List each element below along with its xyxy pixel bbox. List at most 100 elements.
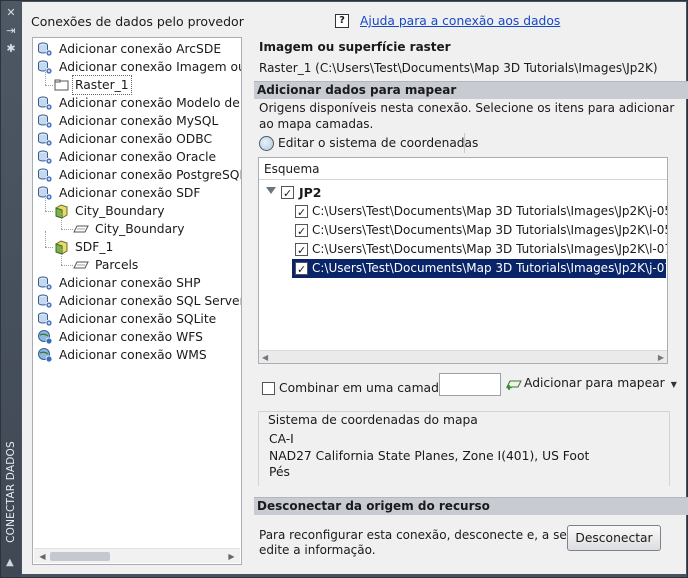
palette-title: CONECTAR DADOS	[5, 441, 17, 543]
file-row[interactable]: C:\Users\Test\Documents\Map 3D Tutorials…	[259, 240, 668, 260]
edit-crs-label: Editar o sistema de coordenadas	[278, 136, 479, 150]
oracle-connection-icon	[38, 150, 53, 165]
tree-child-item[interactable]: SDF_1	[53, 238, 239, 256]
odbc-connection-icon	[38, 132, 53, 147]
provider-tree-item[interactable]: Adicionar conexão WFS	[37, 328, 239, 346]
palette-side-strip: ✕ ⇥ ✱ CONECTAR DADOS ▲	[1, 1, 21, 577]
edit-crs-button[interactable]: Editar o sistema de coordenadas	[259, 132, 478, 154]
provider-tree-item[interactable]: Adicionar conexão ArcSDE	[37, 40, 239, 58]
provider-tree-item[interactable]: Adicionar conexão PostgreSQL	[37, 166, 242, 184]
file-checkbox[interactable]	[295, 203, 308, 222]
tree-item-label: Adicionar conexão ODBC	[59, 132, 213, 146]
tree-item-label: Adicionar conexão PostgreSQL	[59, 168, 242, 182]
sqlite-connection-icon	[38, 312, 53, 327]
source-type-title: Imagem ou superfície raster	[259, 40, 451, 54]
tree-connector-line	[61, 213, 62, 229]
disconnect-section-header: Desconectar da origem do recurso	[254, 497, 688, 515]
model-connection-icon	[38, 96, 53, 111]
file-row[interactable]: C:\Users\Test\Documents\Map 3D Tutorials…	[259, 221, 667, 241]
tree-connector-line	[45, 69, 46, 85]
provider-tree-item[interactable]: Adicionar conexão WMS	[37, 346, 239, 364]
properties-gear-icon[interactable]: ✱	[4, 43, 18, 55]
provider-tree-item[interactable]: Adicionar conexão Oracle	[37, 148, 239, 166]
feature-class-icon	[73, 225, 89, 233]
file-row[interactable]: C:\Users\Test\Documents\Map 3D Tutorials…	[259, 202, 668, 222]
tree-connector-line	[45, 231, 46, 247]
scroll-left-icon[interactable]: ◀	[37, 551, 48, 562]
provider-tree-item[interactable]: Adicionar conexão MySQL	[37, 112, 239, 130]
layer-name-input[interactable]	[439, 373, 501, 396]
add-layer-icon	[506, 380, 522, 390]
tree-child-item[interactable]: Raster_1	[53, 75, 239, 95]
tree-item-label: City_Boundary	[95, 222, 185, 236]
provider-tree-item[interactable]: Adicionar conexão Imagem ou sup	[37, 58, 241, 76]
tree-item-label: Adicionar conexão Imagem ou sup	[59, 60, 241, 74]
add-to-map-label: Adicionar para mapear	[524, 376, 665, 390]
provider-tree-item[interactable]: Adicionar conexão SQL Server Spat	[37, 292, 242, 310]
combine-layer-option[interactable]: Combinar em uma camada:	[262, 380, 451, 396]
provider-tree-item[interactable]: Adicionar conexão SQLite	[37, 310, 239, 328]
add-data-section-header: Adicionar dados para mapear	[254, 81, 688, 99]
provider-tree-item[interactable]: Adicionar conexão Modelo de indi	[37, 94, 241, 112]
tree-horizontal-scrollbar[interactable]: ◀ ▶	[34, 548, 240, 563]
provider-tree-item[interactable]: Adicionar conexão ODBC	[37, 130, 239, 148]
help-icon[interactable]: ?	[335, 14, 349, 28]
provider-tree-item[interactable]: Adicionar conexão SDF	[37, 184, 239, 202]
tree-connector-line	[45, 211, 53, 212]
tree-item-label: Raster_1	[72, 75, 132, 95]
tree-item-label: Adicionar conexão ArcSDE	[59, 42, 222, 56]
feature-class-icon	[73, 261, 89, 269]
file-checkbox[interactable]	[295, 222, 308, 241]
provider-tree[interactable]: ◀ ▶ Adicionar conexão ArcSDE Adicionar co…	[32, 37, 242, 565]
palette-menu-icon[interactable]: ▲	[6, 557, 16, 571]
help-link[interactable]: Ajuda para a conexão aos dados	[360, 14, 560, 28]
disconnect-button[interactable]: Desconectar	[567, 525, 661, 551]
tree-connector-line	[45, 247, 53, 248]
file-path: C:\Users\Test\Documents\Map 3D Tutorials…	[312, 261, 668, 275]
file-checkbox[interactable]	[295, 260, 308, 279]
grid-header-schema: Esquema	[259, 158, 667, 180]
combine-checkbox[interactable]	[262, 382, 275, 395]
crs-unit: Pés	[269, 465, 290, 479]
file-row[interactable]: C:\Users\Test\Documents\Map 3D Tutorials…	[292, 259, 668, 279]
schema-grid[interactable]: Esquema JP2 ◀ ▶ C:\Users\Test\Documents\…	[258, 157, 668, 364]
crs-code: CA-I	[269, 432, 294, 446]
wms-connection-icon	[38, 348, 53, 363]
schema-row[interactable]: JP2	[259, 183, 667, 203]
tree-connector-line	[45, 195, 46, 211]
grid-horizontal-scrollbar[interactable]: ◀ ▶	[259, 350, 667, 363]
tree-child-item[interactable]: City_Boundary	[73, 220, 239, 238]
disconnect-text: Para reconfigurar esta conexão, desconec…	[259, 528, 595, 542]
provider-tree-item[interactable]: Adicionar conexão SHP	[37, 274, 239, 292]
tree-item-label: City_Boundary	[75, 204, 165, 218]
schema-name: JP2	[299, 185, 322, 200]
tree-child-item[interactable]: Parcels	[73, 256, 239, 274]
auto-hide-icon[interactable]: ⇥	[4, 25, 18, 37]
collapse-arrow-icon[interactable]	[266, 187, 276, 194]
disconnect-text-2: edite a informação.	[259, 543, 376, 557]
file-path: C:\Users\Test\Documents\Map 3D Tutorials…	[312, 204, 668, 218]
dropdown-arrow-icon[interactable]: ▼	[671, 380, 677, 389]
crs-description: NAD27 California State Planes, Zone I(40…	[269, 449, 590, 463]
provider-list-title: Conexões de dados pelo provedor	[31, 14, 244, 29]
add-to-map-button[interactable]: Adicionar para mapear ▼	[506, 372, 677, 394]
data-connect-panel: Conexões de dados pelo provedor ◀ ▶ Adic…	[22, 2, 688, 574]
scroll-right-icon[interactable]: ▶	[226, 551, 237, 562]
tree-item-label: Adicionar conexão SQL Server Spat	[59, 294, 242, 308]
tree-connector-line	[61, 265, 73, 266]
sqlserver-connection-icon	[38, 294, 53, 309]
scroll-left-icon[interactable]: ◀	[262, 352, 268, 363]
arcsde-connection-icon	[38, 42, 53, 57]
tree-connector-line	[45, 85, 53, 86]
close-icon[interactable]: ✕	[4, 7, 18, 19]
schema-checkbox[interactable]	[281, 184, 294, 203]
tree-connector-line	[61, 249, 62, 265]
scroll-right-icon[interactable]: ▶	[658, 352, 664, 363]
combine-label: Combinar em uma camada:	[279, 381, 451, 395]
tree-child-item[interactable]: City_Boundary	[53, 202, 239, 220]
file-checkbox[interactable]	[295, 241, 308, 260]
file-path: C:\Users\Test\Documents\Map 3D Tutorials…	[312, 242, 668, 256]
scroll-thumb[interactable]	[50, 552, 110, 561]
toolbar-separator	[464, 133, 465, 153]
tree-item-label: Adicionar conexão SQLite	[59, 312, 217, 326]
